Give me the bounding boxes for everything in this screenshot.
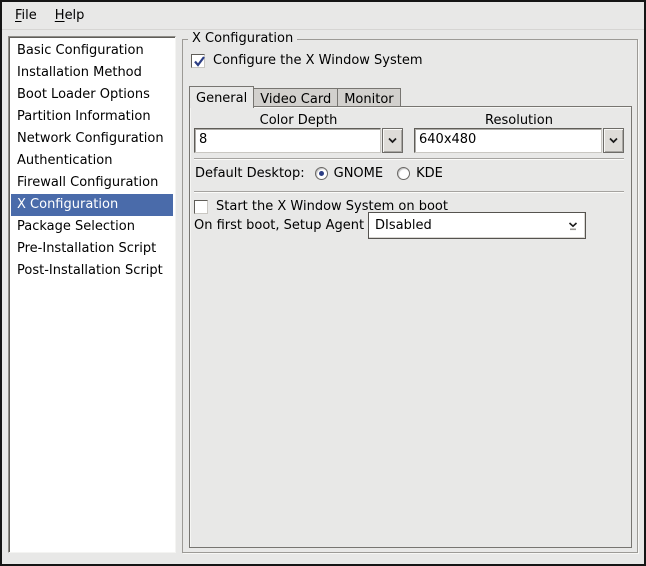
resolution-dropdown-button[interactable] bbox=[603, 128, 624, 153]
sidebar-item-network-configuration[interactable]: Network Configuration bbox=[11, 128, 173, 150]
color-depth-combo[interactable]: 8 bbox=[194, 128, 403, 153]
sidebar-item-post-installation-script[interactable]: Post-Installation Script bbox=[11, 260, 173, 282]
configure-x-label: Configure the X Window System bbox=[213, 53, 423, 68]
sidebar-item-installation-method[interactable]: Installation Method bbox=[11, 62, 173, 84]
radio-button[interactable] bbox=[315, 167, 328, 180]
optionmenu-indicator bbox=[561, 221, 585, 231]
checkbox-box[interactable] bbox=[194, 200, 208, 214]
chevron-down-icon bbox=[388, 137, 397, 144]
setup-agent-label: On first boot, Setup Agent is: bbox=[194, 218, 383, 233]
sidebar-item-x-configuration[interactable]: X Configuration bbox=[11, 194, 173, 216]
separator bbox=[194, 158, 624, 160]
sidebar-item-authentication[interactable]: Authentication bbox=[11, 150, 173, 172]
tab-monitor[interactable]: Monitor bbox=[338, 88, 400, 107]
menu-file[interactable]: File bbox=[8, 4, 48, 27]
setup-agent-value: DIsabled bbox=[369, 218, 561, 233]
kickstart-configurator-window: FileHelp Basic ConfigurationInstallation… bbox=[0, 0, 646, 566]
chevron-down-icon bbox=[609, 137, 618, 144]
setup-agent-row: On first boot, Setup Agent is: DIsabled bbox=[194, 218, 624, 233]
x-configuration-frame: X Configuration Configure the X Window S… bbox=[182, 39, 638, 553]
setup-agent-optionmenu[interactable]: DIsabled bbox=[368, 212, 586, 239]
color-depth-label: Color Depth bbox=[194, 114, 403, 128]
checkbox-box[interactable] bbox=[191, 54, 205, 68]
radio-button[interactable] bbox=[397, 167, 410, 180]
color-depth-value[interactable]: 8 bbox=[194, 128, 381, 153]
sidebar-item-package-selection[interactable]: Package Selection bbox=[11, 216, 173, 238]
resolution-value[interactable]: 640x480 bbox=[414, 128, 602, 153]
tab-general[interactable]: General bbox=[189, 86, 254, 108]
radio-label: KDE bbox=[416, 166, 443, 181]
menu-help[interactable]: Help bbox=[48, 4, 96, 27]
sidebar-item-pre-installation-script[interactable]: Pre-Installation Script bbox=[11, 238, 173, 260]
sidebar-item-basic-configuration[interactable]: Basic Configuration bbox=[11, 40, 173, 62]
color-depth-dropdown-button[interactable] bbox=[382, 128, 403, 153]
tab-strip: GeneralVideo CardMonitor bbox=[189, 85, 401, 107]
separator bbox=[194, 191, 624, 193]
tab-video-card[interactable]: Video Card bbox=[254, 88, 338, 107]
default-desktop-row: Default Desktop: GNOME KDE bbox=[195, 166, 457, 181]
resolution-combo[interactable]: 640x480 bbox=[414, 128, 624, 153]
checkmark-icon bbox=[192, 54, 207, 69]
chevron-down-dash-icon bbox=[568, 221, 578, 231]
frame-title: X Configuration bbox=[188, 31, 297, 47]
general-tab-panel: Color Depth Resolution 8 640x480 bbox=[189, 106, 632, 548]
resolution-label: Resolution bbox=[414, 114, 624, 128]
radio-label: GNOME bbox=[334, 166, 383, 181]
configure-x-checkbox[interactable]: Configure the X Window System bbox=[191, 53, 423, 68]
sidebar-item-partition-information[interactable]: Partition Information bbox=[11, 106, 173, 128]
menubar: FileHelp bbox=[2, 2, 644, 30]
default-desktop-label: Default Desktop: bbox=[195, 166, 305, 181]
sidebar-item-boot-loader-options[interactable]: Boot Loader Options bbox=[11, 84, 173, 106]
radio-kde[interactable]: KDE bbox=[397, 166, 443, 181]
sidebar-item-firewall-configuration[interactable]: Firewall Configuration bbox=[11, 172, 173, 194]
radio-gnome[interactable]: GNOME bbox=[315, 166, 383, 181]
desktop-radio-group: GNOME KDE bbox=[315, 166, 457, 181]
sidebar-section-list[interactable]: Basic ConfigurationInstallation MethodBo… bbox=[8, 36, 176, 553]
